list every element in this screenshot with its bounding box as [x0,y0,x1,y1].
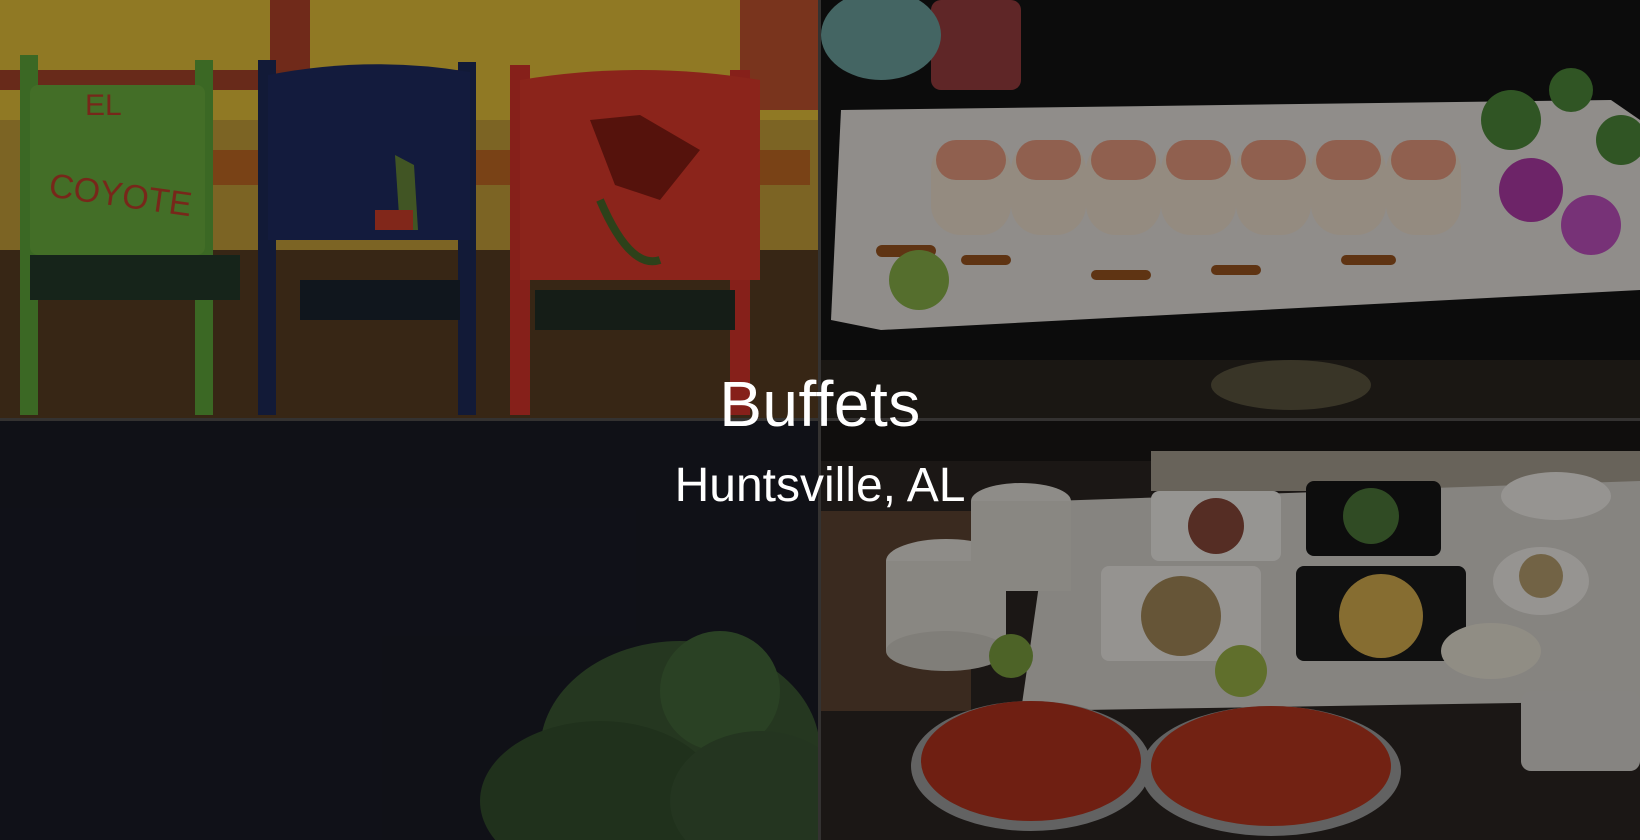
chair-text-el: EL [85,89,122,122]
hero-caption: Buffets Huntsville, AL [0,372,1640,510]
hero-banner: EL COYOTE Buffets Huntsville, AL [0,0,1640,840]
page-title: Buffets [719,368,921,440]
location-subtitle: Huntsville, AL [674,459,966,512]
photo-sushi-platter [821,0,1640,418]
photo-restaurant-chairs: EL COYOTE [0,0,818,418]
